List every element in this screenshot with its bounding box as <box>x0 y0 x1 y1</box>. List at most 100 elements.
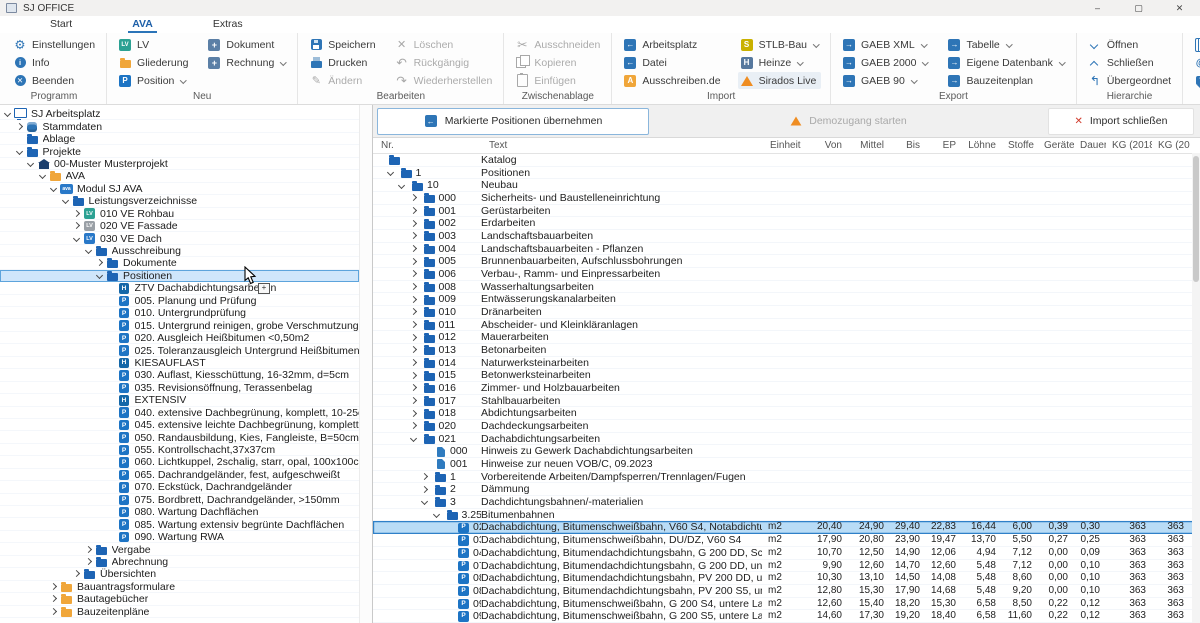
ribbon-item-gaeb-2000[interactable]: →GAEB 2000 <box>840 54 930 71</box>
tab-start[interactable]: Start <box>46 17 76 32</box>
table-row-008-wasserhaltungsarbeiten[interactable]: 008 Wasserhaltungsarbeiten <box>373 281 1200 294</box>
ribbon-item-position[interactable]: PPosition <box>116 72 190 89</box>
ribbon-item-faq[interactable]: ?FAQ <box>1192 72 1200 89</box>
tree-item-025-toleranzausgleich-untergrund-heißbitumen[interactable]: P025. Toleranzausgleich Untergrund Heißb… <box>0 344 359 356</box>
table-row-013-betonarbeiten[interactable]: 013 Betonarbeiten <box>373 344 1200 357</box>
table-row-015-betonwerksteinarbeiten[interactable]: 015 Betonwerksteinarbeiten <box>373 369 1200 382</box>
table-row-000-sicherheits-und-baustelleneinrichtung[interactable]: 000 Sicherheits- und Baustelleneinrichtu… <box>373 192 1200 205</box>
ribbon-item-sirados-live[interactable]: Sirados Live <box>738 72 821 89</box>
ribbon-item-ausschneiden[interactable]: ✂Ausschneiden <box>513 36 602 53</box>
ribbon-item-info[interactable]: iInfo <box>11 54 97 71</box>
ribbon-item-gaeb-90[interactable]: →GAEB 90 <box>840 72 930 89</box>
tree-item-015-untergrund-reinigen-grobe-verschmutzung[interactable]: P015. Untergrund reinigen, grobe Verschm… <box>0 319 359 331</box>
ribbon-item-heinze[interactable]: HHeinze <box>738 54 821 71</box>
tree-item-ausschreibung[interactable]: Ausschreibung <box>0 245 359 257</box>
expander-right-icon[interactable] <box>410 245 418 253</box>
table-row-3-25-bitumenbahnen[interactable]: 3.25 Bitumenbahnen <box>373 509 1200 522</box>
expander-right-icon[interactable] <box>410 410 418 418</box>
tree-item-ablage[interactable]: Ablage <box>0 133 359 145</box>
tree-item-040-extensive-dachbegrünung-komplett-10-25cm-100-300k[interactable]: P040. extensive Dachbegrünung, komplett,… <box>0 407 359 419</box>
ribbon-item-tabelle[interactable]: →Tabelle <box>945 36 1066 53</box>
expander-right-icon[interactable] <box>410 346 418 354</box>
tab-ava[interactable]: AVA <box>128 17 157 32</box>
column-header-mittel[interactable]: Mittel <box>848 140 890 151</box>
expander-right-icon[interactable] <box>410 232 418 240</box>
expander-right-icon[interactable] <box>73 222 81 230</box>
ribbon-item-drucken[interactable]: Drucken <box>307 54 377 71</box>
expander-right-icon[interactable] <box>73 570 81 578</box>
table-row-003-landschaftsbauarbeiten[interactable]: 003 Landschaftsbauarbeiten <box>373 230 1200 243</box>
table-row-016-zimmer-und-holzbauarbeiten[interactable]: 016 Zimmer- und Holzbauarbeiten <box>373 382 1200 395</box>
ribbon-item-rechnung[interactable]: +Rechnung <box>205 54 288 71</box>
tree-item-stammdaten[interactable]: Stammdaten <box>0 120 359 132</box>
expander-down-icon[interactable] <box>387 169 395 177</box>
tree-item-035-revisionsöffnung-terassenbelag[interactable]: P035. Revisionsöffnung, Terassenbelag <box>0 382 359 394</box>
expander-down-icon[interactable] <box>433 511 441 519</box>
tree-item-030-auflast-kiesschüttung-16-32mm-d-5cm[interactable]: P030. Auflast, Kiesschüttung, 16-32mm, d… <box>0 369 359 381</box>
ribbon-item-einfügen[interactable]: Einfügen <box>513 72 602 89</box>
tree-item-positionen[interactable]: Positionen <box>0 270 359 282</box>
expander-right-icon[interactable] <box>410 220 418 228</box>
expander-down-icon[interactable] <box>398 182 406 190</box>
expander-right-icon[interactable] <box>73 210 81 218</box>
ribbon-item-bauzeitenplan[interactable]: →Bauzeitenplan <box>945 72 1066 89</box>
expander-right-icon[interactable] <box>410 207 418 215</box>
expander-right-icon[interactable] <box>16 123 24 131</box>
expander-right-icon[interactable] <box>410 372 418 380</box>
expander-down-icon[interactable] <box>85 247 93 255</box>
tree-item-projekte[interactable]: Projekte <box>0 145 359 157</box>
expander-right-icon[interactable] <box>50 608 58 616</box>
ribbon-item-öffnen[interactable]: Öffnen <box>1086 36 1173 53</box>
apply-selected-positions-button[interactable]: ← Markierte Positionen übernehmen <box>377 108 649 135</box>
tree-item-dokumente[interactable]: Dokumente <box>0 257 359 269</box>
expander-right-icon[interactable] <box>50 595 58 603</box>
ribbon-item-löschen[interactable]: ✕Löschen <box>393 36 495 53</box>
ribbon-item-datei[interactable]: ←Datei <box>621 54 722 71</box>
tree-item-ztv-dachabdichtungsarbeiten[interactable]: HZTV Dachabdichtungsarbeiten <box>0 282 359 294</box>
tree-item-bauantragsformulare[interactable]: Bauantragsformulare <box>0 581 359 593</box>
column-header-von[interactable]: Von <box>804 140 848 151</box>
ribbon-item-arbeitsplatz[interactable]: ←Arbeitsplatz <box>621 36 722 53</box>
column-header-kg-2008[interactable]: KG (2008) <box>1152 140 1190 151</box>
table-row-004-landschaftsbauarbeiten-pflanzen[interactable]: 004 Landschaftsbauarbeiten - Pflanzen <box>373 243 1200 256</box>
close-import-button[interactable]: ✕ Import schließen <box>1048 108 1194 135</box>
expander-down-icon[interactable] <box>16 148 24 156</box>
table-row-017-stahlbauarbeiten[interactable]: 017 Stahlbauarbeiten <box>373 395 1200 408</box>
tree-item-bauzeitenpläne[interactable]: Bauzeitenpläne <box>0 606 359 618</box>
column-header-stoffe[interactable]: Stoffe <box>1002 140 1038 151</box>
table-row-011-abscheider-und-kleinkläranlagen[interactable]: 011 Abscheider- und Kleinkläranlagen <box>373 319 1200 332</box>
table-row-090-dachabdichtung-bitumenschweißbahn-g-200-s4-untere-lage[interactable]: P090 Dachabdichtung, Bitumenschweißbahn,… <box>373 598 1200 611</box>
tab-extras[interactable]: Extras <box>209 17 247 32</box>
table-row-001-gerüstarbeiten[interactable]: 001 Gerüstarbeiten <box>373 205 1200 218</box>
ribbon-item-einstellungen[interactable]: ⚙Einstellungen <box>11 36 97 53</box>
table-row-014-naturwerksteinarbeiten[interactable]: 014 Naturwerksteinarbeiten <box>373 357 1200 370</box>
column-header-geräte[interactable]: Geräte <box>1038 140 1074 151</box>
table-row-012-mauerarbeiten[interactable]: 012 Mauerarbeiten <box>373 331 1200 344</box>
table-row-040-dachabdichtung-bitumendachdichtungsbahn-g-200-dd-schalung[interactable]: P040 Dachabdichtung, Bitumendachdichtung… <box>373 547 1200 560</box>
expander-right-icon[interactable] <box>410 194 418 202</box>
expander-down-icon[interactable] <box>50 185 58 193</box>
expander-right-icon[interactable] <box>410 422 418 430</box>
tree-item-090-wartung-rwa[interactable]: P090. Wartung RWA <box>0 531 359 543</box>
ribbon-item-dokument[interactable]: +Dokument <box>205 36 288 53</box>
table-scrollbar-thumb[interactable] <box>1193 156 1199 282</box>
tree-item-vergabe[interactable]: Vergabe <box>0 543 359 555</box>
expander-right-icon[interactable] <box>410 258 418 266</box>
expander-right-icon[interactable] <box>410 384 418 392</box>
tree-item-050-randausbildung-kies-fangleiste-b-50cm[interactable]: P050. Randausbildung, Kies, Fangleiste, … <box>0 431 359 443</box>
table-row-020-dachabdichtung-bitumenschweißbahn-v60-s4-notabdichtung[interactable]: P020 Dachabdichtung, Bitumenschweißbahn,… <box>373 521 1200 534</box>
tree-item-leistungsverzeichnisse[interactable]: Leistungsverzeichnisse <box>0 195 359 207</box>
expander-right-icon[interactable] <box>410 321 418 329</box>
tree-item-kiesauflast[interactable]: HKIESAUFLAST <box>0 357 359 369</box>
tree-item-085-wartung-extensiv-begrünte-dachflächen[interactable]: P085. Wartung extensiv begrünte Dachfläc… <box>0 518 359 530</box>
ribbon-item-rückgängig[interactable]: ↶Rückgängig <box>393 54 495 71</box>
tree-item-070-eckstück-dachrandgeländer[interactable]: P070. Eckstück, Dachrandgeländer <box>0 481 359 493</box>
table-scrollbar-track[interactable] <box>1192 153 1200 623</box>
table-row-006-verbau-ramm-und-einpressarbeiten[interactable]: 006 Verbau-, Ramm- und Einpressarbeiten <box>373 268 1200 281</box>
ribbon-item-gliederung[interactable]: Gliederung <box>116 54 190 71</box>
tree-scrollbar-track[interactable] <box>359 105 372 623</box>
ribbon-item-support[interactable]: @Support <box>1192 54 1200 71</box>
ribbon-item-handbücher[interactable]: Handbücher <box>1192 36 1200 53</box>
ribbon-item-lv[interactable]: LVLV <box>116 36 190 53</box>
table-row-085-dachabdichtung-bitumendachdichtungsbahn-pv-200-s5-untere-lage[interactable]: P085 Dachabdichtung, Bitumendachdichtung… <box>373 585 1200 598</box>
